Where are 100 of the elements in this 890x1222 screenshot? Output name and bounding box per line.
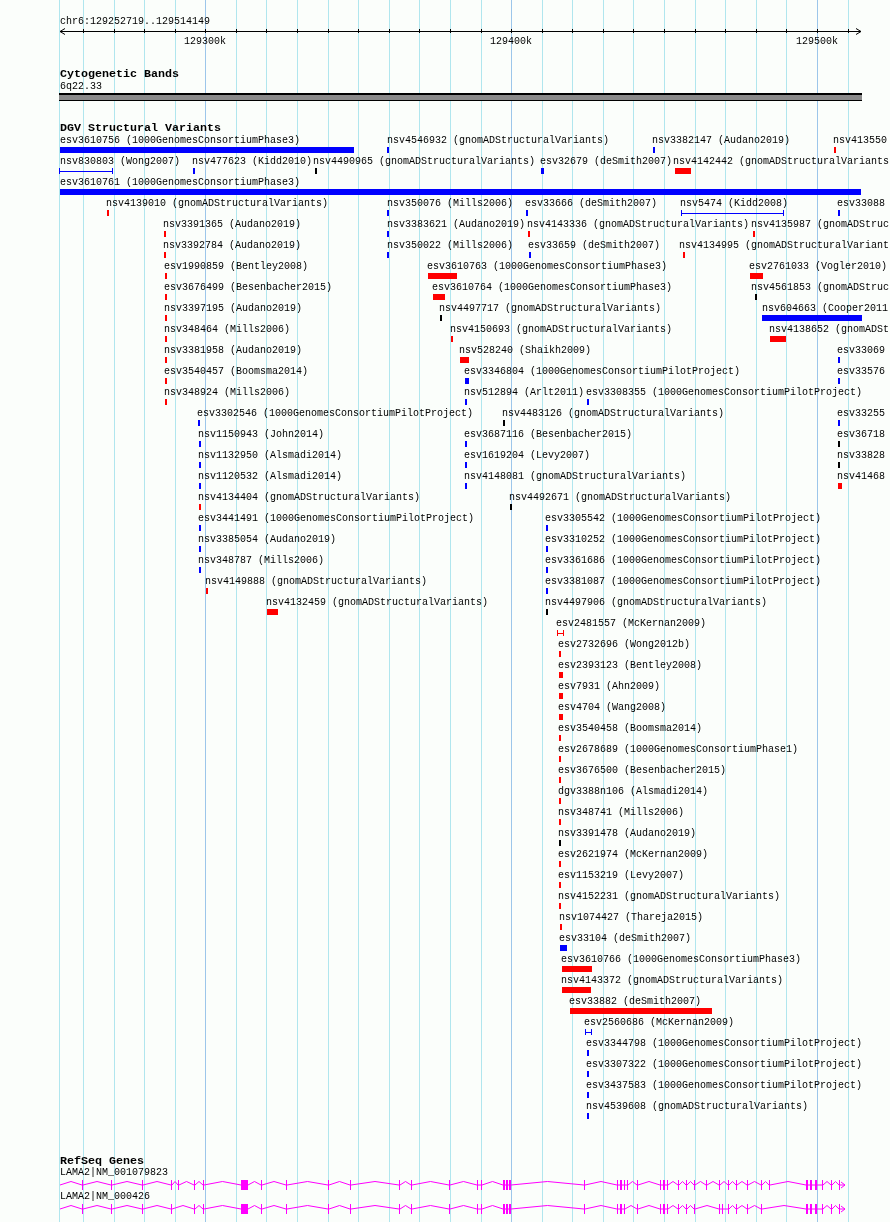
variant-label: esv3676499 (Besenbacher2015) [164, 281, 333, 294]
variant-label: esv2761033 (Vogler2010) [749, 260, 888, 273]
variant-label: nsv3391478 (Audano2019) [558, 827, 697, 840]
variant-label: esv36718 [837, 428, 885, 441]
variant-label: nsv4152231 (gnomADStructuralVariants) [558, 890, 781, 903]
variant-label: nsv512894 (Arlt2011) [464, 386, 585, 399]
variant-label: esv3540457 (Boomsma2014) [164, 365, 309, 378]
variant-label: nsv350022 (Mills2006) [387, 239, 514, 252]
tick-label: 129500k [796, 35, 838, 48]
variant-label: esv2393123 (Bentley2008) [558, 659, 703, 672]
variant-label: esv3308355 (1000GenomesConsortiumPilotProject) [586, 386, 863, 399]
variant-label: nsv348464 (Mills2006) [164, 323, 291, 336]
variant-label: esv33088 [837, 197, 885, 210]
variant-label: esv1619204 (Levy2007) [464, 449, 591, 462]
variant-label: nsv1150943 (John2014) [198, 428, 325, 441]
variant-label: esv3610756 (1000GenomesConsortiumPhase3) [60, 134, 301, 147]
variant-label: esv3310252 (1000GenomesConsortiumPilotProject) [545, 533, 822, 546]
variant-label: esv3305542 (1000GenomesConsortiumPilotProject) [545, 512, 822, 525]
variant-label: nsv4492671 (gnomADStructuralVariants) [509, 491, 732, 504]
variant-label: nsv1074427 (Thareja2015) [559, 911, 704, 924]
variant-label: esv3687116 (Besenbacher2015) [464, 428, 633, 441]
band-label: 6q22.33 [60, 81, 102, 93]
track-title: DGV Structural Variants [60, 123, 221, 134]
variant-label: nsv3391365 (Audano2019) [163, 218, 302, 231]
variant-label: nsv4143372 (gnomADStructuralVariants) [561, 974, 784, 987]
variant-label: nsv348787 (Mills2006) [198, 554, 325, 567]
variant-label: nsv5474 (Kidd2008) [680, 197, 789, 210]
variant-label: esv33576 [837, 365, 885, 378]
variant-label: nsv348924 (Mills2006) [164, 386, 291, 399]
variant-label: esv2732696 (Wong2012b) [558, 638, 691, 651]
variant-label: nsv4490965 (gnomADStructuralVariants) [313, 155, 536, 168]
variant-label: nsv528240 (Shaikh2009) [459, 344, 592, 357]
variant-label: esv33104 (deSmith2007) [559, 932, 692, 945]
variant-label: nsv3385054 (Audano2019) [198, 533, 337, 546]
variant-label: nsv4497717 (gnomADStructuralVariants) [439, 302, 662, 315]
variant-label: esv2621974 (McKernan2009) [558, 848, 709, 861]
variant-label: nsv4142442 (gnomADStructuralVariants [673, 155, 890, 168]
variant-label: nsv3382147 (Audano2019) [652, 134, 791, 147]
transcript-label: LAMA2|NM_001079823 [60, 1167, 169, 1179]
variant-label: nsv4143336 (gnomADStructuralVariants) [527, 218, 750, 231]
variant-label: esv4704 (Wang2008) [558, 701, 667, 714]
variant-label: esv33069 [837, 344, 885, 357]
track-title: Cytogenetic Bands [60, 68, 179, 81]
variant-label: nsv4546932 (gnomADStructuralVariants) [387, 134, 610, 147]
variant-label: nsv4138652 (gnomADSt [769, 323, 890, 336]
transcript-label: LAMA2|NM_000426 [60, 1191, 150, 1203]
variant-label: esv32679 (deSmith2007) [540, 155, 673, 168]
variant-label: nsv4149888 (gnomADStructuralVariants) [205, 575, 428, 588]
variant-label: nsv4150693 (gnomADStructuralVariants) [450, 323, 673, 336]
variant-label: nsv33828 [837, 449, 885, 462]
variant-label: esv3540458 (Boomsma2014) [558, 722, 703, 735]
variant-label: nsv1120532 (Alsmadi2014) [198, 470, 343, 483]
variant-label: esv3441491 (1000GenomesConsortiumPilotProject) [198, 512, 475, 525]
tick-label: 129400k [490, 35, 532, 48]
variant-label: esv3610764 (1000GenomesConsortiumPhase3) [432, 281, 673, 294]
variant-label: nsv4134404 (gnomADStructuralVariants) [198, 491, 421, 504]
variant-label: nsv4135987 (gnomADStruc [751, 218, 890, 231]
variant-label: esv3346804 (1000GenomesConsortiumPilotProject) [464, 365, 741, 378]
variant-label: esv3676500 (Besenbacher2015) [558, 764, 727, 777]
variant-label: esv1990859 (Bentley2008) [164, 260, 309, 273]
variant-label: nsv1132950 (Alsmadi2014) [198, 449, 343, 462]
variant-label: nsv4497906 (gnomADStructuralVariants) [545, 596, 768, 609]
variant-label: esv3302546 (1000GenomesConsortiumPilotProject) [197, 407, 474, 420]
variant-label: nsv4134995 (gnomADStructuralVariant [679, 239, 890, 252]
variant-label: esv7931 (Ahn2009) [558, 680, 661, 693]
variant-label: esv3437583 (1000GenomesConsortiumPilotProject) [586, 1079, 863, 1092]
variant-label: esv3610763 (1000GenomesConsortiumPhase3) [427, 260, 668, 273]
variant-label: nsv350076 (Mills2006) [387, 197, 514, 210]
track-title: RefSeq Genes [60, 1155, 144, 1167]
variant-label: nsv41468 [837, 470, 885, 483]
variant-label: nsv4539608 (gnomADStructuralVariants) [586, 1100, 809, 1113]
variant-label: nsv4132459 (gnomADStructuralVariants) [266, 596, 489, 609]
variant-label: esv2481557 (McKernan2009) [556, 617, 707, 630]
variant-label: esv33255 [837, 407, 885, 420]
variant-label: esv3344798 (1000GenomesConsortiumPilotProject) [586, 1037, 863, 1050]
variant-label: esv3361686 (1000GenomesConsortiumPilotProject) [545, 554, 822, 567]
variant-label: nsv4139010 (gnomADStructuralVariants) [106, 197, 329, 210]
variant-label: nsv3381958 (Audano2019) [164, 344, 303, 357]
variant-label: esv33666 (deSmith2007) [525, 197, 658, 210]
variant-label: nsv4483126 (gnomADStructuralVariants) [502, 407, 725, 420]
variant-label: nsv477623 (Kidd2010) [192, 155, 313, 168]
variant-label: esv3610761 (1000GenomesConsortiumPhase3) [60, 176, 301, 189]
variant-label: nsv3392784 (Audano2019) [163, 239, 302, 252]
variant-label: nsv830803 (Wong2007) [60, 155, 181, 168]
variant-label: esv33659 (deSmith2007) [528, 239, 661, 252]
variant-label: nsv3383621 (Audano2019) [387, 218, 526, 231]
variant-label: esv3307322 (1000GenomesConsortiumPilotProject) [586, 1058, 863, 1071]
variant-label: nsv4561853 (gnomADStruc [751, 281, 890, 294]
variant-label: esv2560686 (McKernan2009) [584, 1016, 735, 1029]
variant-label: nsv604663 (Cooper2011 [762, 302, 889, 315]
variant-label: nsv413550 [833, 134, 887, 147]
variant-label: dgv3388n106 (Alsmadi2014) [558, 785, 709, 798]
variant-label: nsv348741 (Mills2006) [558, 806, 685, 819]
variant-label: esv33882 (deSmith2007) [569, 995, 702, 1008]
variant-label: esv3610766 (1000GenomesConsortiumPhase3) [561, 953, 802, 966]
variant-label: nsv4148081 (gnomADStructuralVariants) [464, 470, 687, 483]
location-label: chr6:129252719..129514149 [60, 15, 211, 28]
variant-label: nsv3397195 (Audano2019) [164, 302, 303, 315]
tick-label: 129300k [184, 35, 226, 48]
variant-label: esv2678689 (1000GenomesConsortiumPhase1) [558, 743, 799, 756]
